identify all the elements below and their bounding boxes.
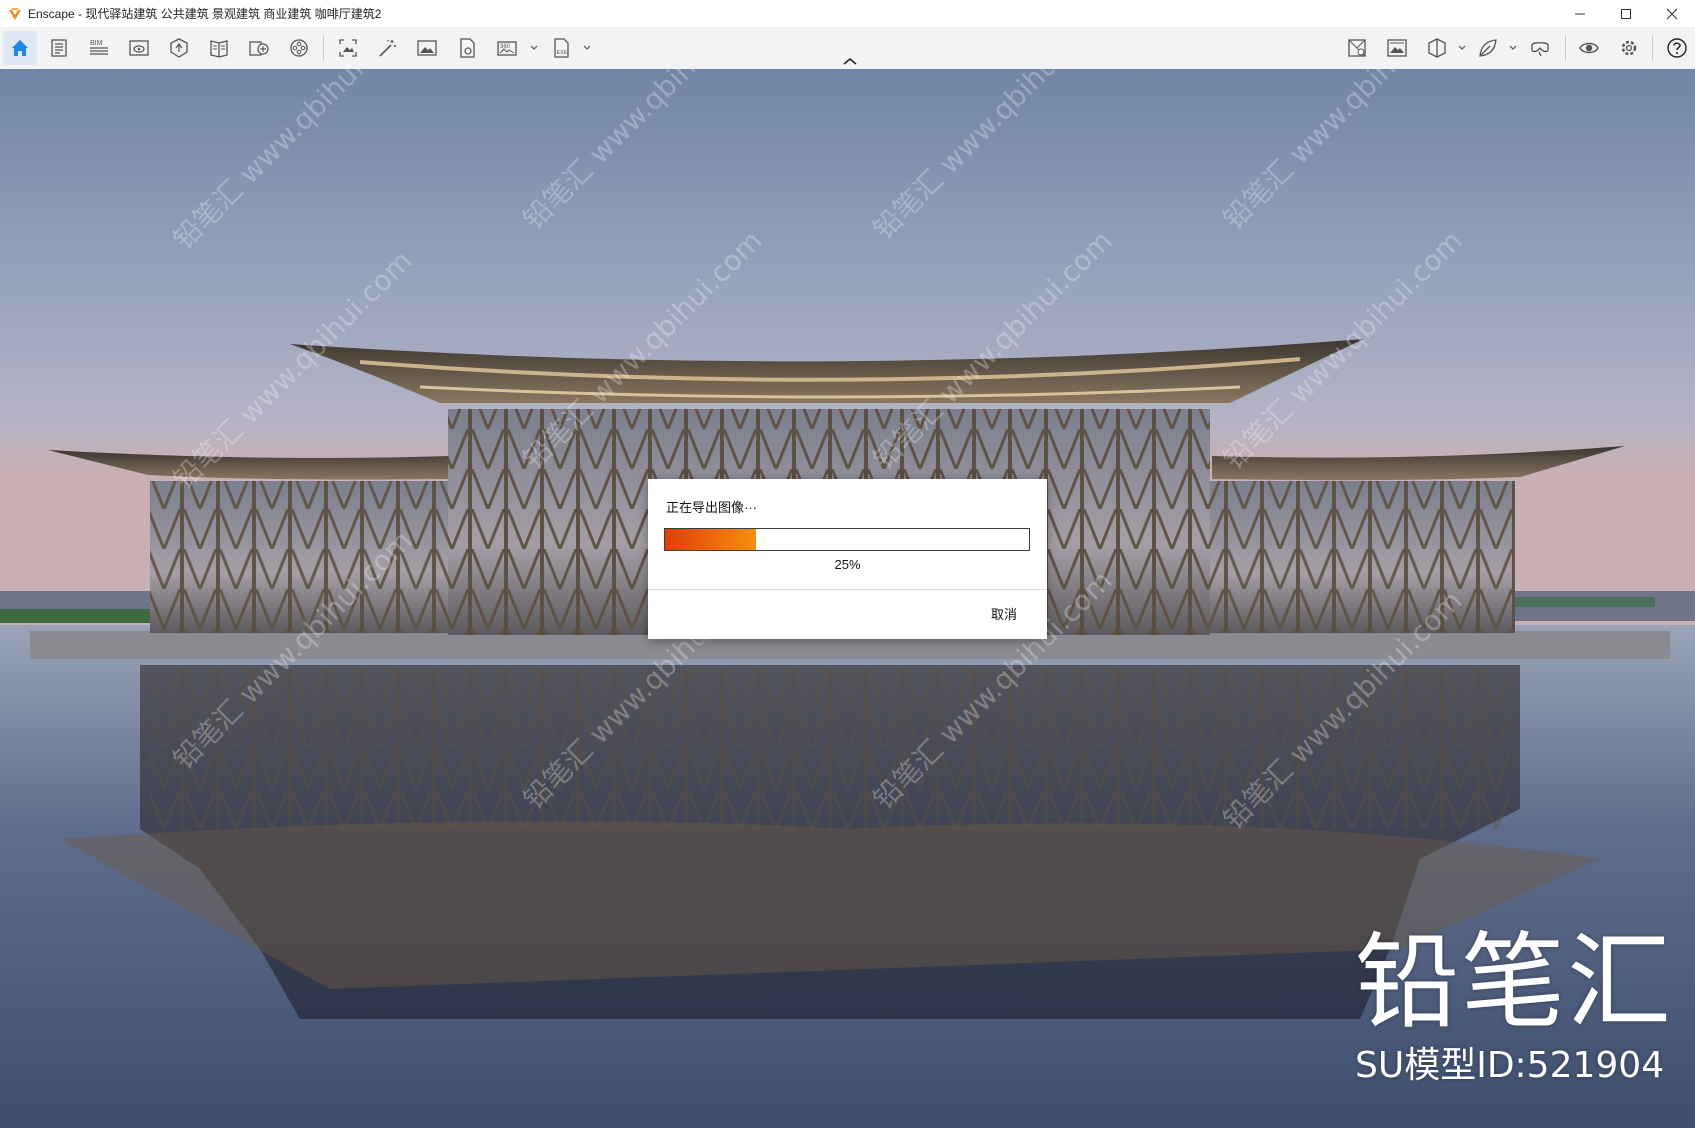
progress-fill <box>665 529 756 550</box>
eye-button[interactable] <box>1572 31 1606 65</box>
close-icon <box>1666 8 1678 19</box>
maximize-icon <box>1621 8 1631 19</box>
screenshot-button[interactable] <box>410 31 444 65</box>
chevron-down-icon <box>583 45 591 50</box>
leaf-dropdown[interactable] <box>1508 41 1518 55</box>
export-exe-dropdown[interactable] <box>582 41 592 55</box>
progress-percent: 25% <box>834 557 861 572</box>
maximize-button[interactable] <box>1603 0 1649 27</box>
cancel-button[interactable]: 取消 <box>991 604 1017 623</box>
eye-icon <box>1579 42 1599 54</box>
export-exe-icon: EXE <box>554 38 569 58</box>
views-button[interactable] <box>122 31 156 65</box>
settings-icon <box>1621 40 1637 56</box>
svg-text:360: 360 <box>500 44 511 50</box>
site-context-button[interactable] <box>242 31 276 65</box>
export-progress-bar <box>664 528 1030 551</box>
vr-headset-icon <box>1531 42 1549 57</box>
panorama-capture-button[interactable] <box>331 31 365 65</box>
bim-button[interactable]: BIM <box>82 31 116 65</box>
video-editor-icon <box>290 39 308 57</box>
visual-settings-button[interactable] <box>1380 31 1414 65</box>
export-360-dropdown[interactable] <box>529 41 539 55</box>
dialog-title: 正在导出图像··· <box>666 500 757 515</box>
batch-render-button[interactable] <box>370 31 404 65</box>
video-editor-button[interactable] <box>282 31 316 65</box>
chevron-down-icon <box>530 45 538 50</box>
dialog-divider <box>648 589 1047 590</box>
notes-button[interactable] <box>42 31 76 65</box>
window-title: Enscape - 现代驿站建筑 公共建筑 景观建筑 商业建筑 咖啡厅建筑2 <box>28 7 382 21</box>
chevron-down-icon <box>1458 45 1466 50</box>
chevron-down-icon <box>1509 45 1517 50</box>
leaf-icon <box>1479 39 1497 57</box>
svg-text:BIM: BIM <box>90 40 103 47</box>
export-image-button[interactable] <box>450 31 484 65</box>
vr-headset-button[interactable] <box>1523 31 1557 65</box>
screenshot-icon <box>417 40 437 56</box>
home-icon <box>12 40 28 56</box>
window-controls <box>1557 0 1695 27</box>
svg-text:EXE: EXE <box>557 50 568 56</box>
collapse-toolbar-icon[interactable] <box>841 56 859 66</box>
export-360-button[interactable]: 360 <box>490 31 524 65</box>
batch-render-icon <box>379 40 396 57</box>
view-management-button[interactable] <box>1340 31 1374 65</box>
toolbar-separator <box>323 35 324 61</box>
views-icon <box>129 40 149 56</box>
close-button[interactable] <box>1649 0 1695 27</box>
title-bar: Enscape - 现代驿站建筑 公共建筑 景观建筑 商业建筑 咖啡厅建筑2 <box>0 0 1695 28</box>
asset-library-button[interactable] <box>162 31 196 65</box>
help-button[interactable] <box>1660 31 1694 65</box>
view-management-icon <box>1348 39 1366 57</box>
minimize-button[interactable] <box>1557 0 1603 27</box>
site-context-icon <box>249 41 269 56</box>
material-editor-button[interactable] <box>202 31 236 65</box>
cube-view-dropdown[interactable] <box>1457 41 1467 55</box>
cube-view-button[interactable] <box>1420 31 1454 65</box>
cube-view-icon <box>1428 38 1446 58</box>
minimize-icon <box>1575 13 1585 14</box>
toolbar-separator <box>1565 35 1566 61</box>
export-progress-dialog: 正在导出图像··· 25% 取消 <box>648 479 1047 639</box>
help-icon <box>1667 38 1687 58</box>
toolbar-separator <box>1652 35 1653 61</box>
export-image-icon <box>460 38 475 58</box>
leaf-button[interactable] <box>1471 31 1505 65</box>
home-button[interactable] <box>3 31 37 65</box>
settings-button[interactable] <box>1612 31 1646 65</box>
material-editor-icon <box>210 40 228 58</box>
watermark-model-id: SU模型ID:521904 <box>1355 1045 1665 1086</box>
asset-library-icon <box>170 38 188 58</box>
visual-settings-icon <box>1387 39 1407 57</box>
export-exe-button[interactable]: EXE <box>544 31 578 65</box>
enscape-logo-icon <box>9 7 21 20</box>
notes-icon <box>51 39 67 57</box>
panorama-capture-icon <box>339 39 357 57</box>
export-360-icon: 360 <box>497 41 517 56</box>
watermark-brand: 铅笔汇 <box>1355 921 1674 1043</box>
bim-icon: BIM <box>90 40 108 55</box>
